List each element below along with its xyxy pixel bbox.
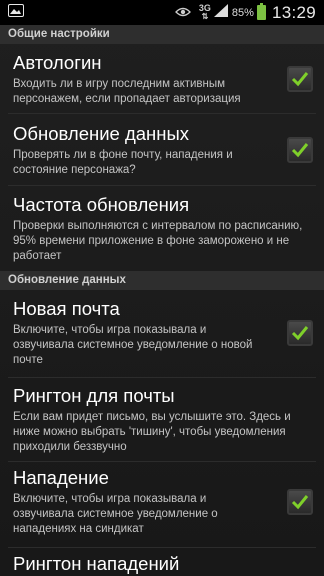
status-bar: 3G ⇅ 85% 13:29 [0, 0, 324, 25]
setting-attack[interactable]: Нападение Включите, чтобы игра показывал… [0, 467, 324, 537]
setting-title: Автологин [13, 52, 102, 73]
divider [8, 377, 316, 378]
setting-title: Частота обновления [13, 194, 190, 215]
setting-summary: Включите, чтобы игра показывала и озвучи… [13, 324, 253, 366]
new-mail-checkbox[interactable] [287, 320, 313, 346]
divider [8, 461, 316, 462]
checkmark-icon [291, 326, 309, 341]
setting-attack-ringtone[interactable]: Рингтон нападений [0, 553, 324, 575]
gallery-notification-icon [8, 4, 24, 17]
setting-title: Рингтон нападений [13, 553, 180, 574]
divider [8, 547, 316, 548]
setting-title: Новая почта [13, 298, 120, 319]
settings-list: Общие настройки Автологин Входить ли в и… [0, 25, 324, 576]
signal-icon [213, 3, 228, 22]
divider [8, 113, 316, 114]
clock: 13:29 [271, 2, 316, 22]
section-header-general: Общие настройки [0, 25, 324, 44]
setting-autologin[interactable]: Автологин Входить ли в игру последним ак… [0, 52, 324, 107]
setting-summary: Если вам придет письмо, вы услышите это.… [13, 411, 291, 453]
setting-mail-ringtone[interactable]: Рингтон для почты Если вам придет письмо… [0, 385, 324, 455]
section-header-data-update: Обновление данных [0, 271, 324, 290]
setting-summary: Включите, чтобы игра показывала и озвучи… [13, 493, 218, 535]
checkmark-icon [291, 72, 309, 87]
setting-summary: Проверки выполняются с интервалом по рас… [13, 220, 303, 262]
setting-update-frequency[interactable]: Частота обновления Проверки выполняются … [0, 194, 324, 264]
setting-title: Обновление данных [13, 123, 190, 144]
setting-summary: Входить ли в игру последним активным пер… [13, 78, 241, 105]
setting-title: Рингтон для почты [13, 385, 175, 406]
eye-icon [174, 4, 191, 22]
battery-icon [256, 3, 266, 20]
setting-new-mail[interactable]: Новая почта Включите, чтобы игра показыв… [0, 298, 324, 368]
setting-data-update[interactable]: Обновление данных Проверять ли в фоне по… [0, 123, 324, 178]
battery-percent: 85% [231, 6, 254, 19]
data-update-checkbox[interactable] [287, 137, 313, 163]
autologin-checkbox[interactable] [287, 66, 313, 92]
checkmark-icon [291, 143, 309, 158]
network-type: 3G ⇅ [198, 3, 211, 21]
divider [8, 185, 316, 186]
setting-summary: Проверять ли в фоне почту, нападения и с… [13, 149, 233, 176]
setting-title: Нападение [13, 467, 109, 488]
attack-checkbox[interactable] [287, 489, 313, 515]
checkmark-icon [291, 495, 309, 510]
